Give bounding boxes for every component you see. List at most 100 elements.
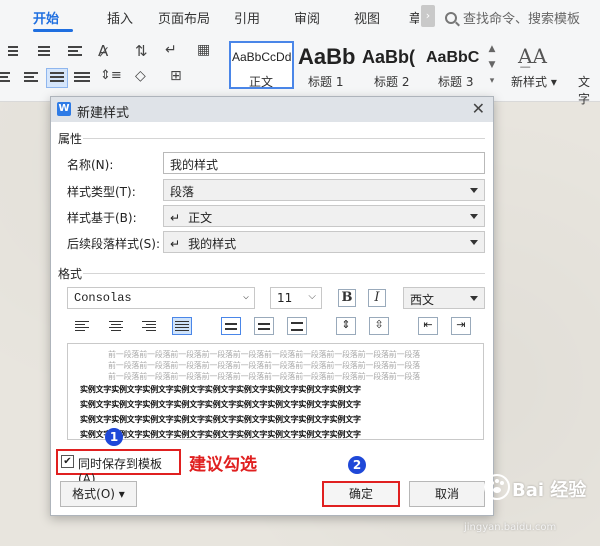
preview-prev-line: 前一段落前一段落前一段落前一段落前一段落前一段落前一段落前一段落前一段落前一段落 [108, 372, 420, 381]
single-spacing-button[interactable] [221, 317, 241, 335]
decrease-indent-button[interactable]: ⇤ [418, 317, 438, 335]
bold-button[interactable]: B [338, 289, 356, 307]
new-style-label[interactable]: 新样式 ▾ [511, 73, 557, 90]
watermark-name: Bai 经验 [512, 480, 587, 501]
based-on-select[interactable]: ↵ 正文 [163, 205, 485, 227]
font-size-select[interactable]: 11 ⌵ [270, 287, 322, 309]
style-type-value: 段落 [170, 185, 195, 199]
style-sample-heading3[interactable]: AaBbC [426, 49, 486, 67]
next-style-value: 我的样式 [188, 237, 237, 251]
tab-view[interactable]: 视图 [354, 8, 380, 27]
wps-app-icon: W [57, 102, 71, 116]
dropdown-arrow-icon: ▾ [118, 487, 125, 501]
based-on-label: 样式基于(B): [67, 211, 137, 225]
dialog-titlebar[interactable]: W 新建样式 ✕ [51, 97, 493, 122]
decrease-indent-icon[interactable] [68, 46, 84, 60]
align-right-icon[interactable] [24, 72, 40, 86]
name-input[interactable]: 我的样式 [163, 152, 485, 174]
annotation-note: 建议勾选 [189, 455, 257, 475]
align-right-button[interactable] [139, 317, 159, 335]
format-heading: 格式 [58, 267, 83, 281]
preview-sample-line: 实例文字实例文字实例文字实例文字实例文字实例文字实例文字实例文字实例文字 [80, 385, 361, 394]
line-spacing-icon[interactable]: ⇕≡ [100, 68, 122, 83]
dropdown-arrow-icon [470, 240, 478, 245]
one-half-spacing-button[interactable] [254, 317, 274, 335]
command-search[interactable]: 查找命令、搜索模板 [445, 8, 580, 27]
new-style-icon[interactable]: A̲A [518, 44, 547, 68]
style-sample-heading1[interactable]: AaBb [298, 44, 362, 70]
style-preview: 前一段落前一段落前一段落前一段落前一段落前一段落前一段落前一段落前一段落前一段落… [67, 343, 484, 440]
annotation-badge-2: 2 [348, 456, 366, 474]
align-left-icon[interactable] [0, 72, 16, 86]
justify-icon[interactable] [46, 68, 68, 88]
align-center-button[interactable] [106, 317, 126, 335]
font-size-value: 11 [277, 291, 293, 305]
name-label: 名称(N): [67, 158, 114, 172]
save-to-template-checkbox[interactable]: ✔ 同时保存到模板(A) [56, 449, 181, 486]
baidu-paw-icon [484, 474, 510, 500]
search-placeholder: 查找命令、搜索模板 [463, 12, 581, 27]
style-sample-heading2[interactable]: AaBb( [362, 47, 426, 68]
checkbox-checked-icon[interactable]: ✔ [61, 455, 74, 468]
dropdown-arrow-icon [470, 214, 478, 219]
tab-references[interactable]: 引用 [234, 8, 260, 27]
next-style-select[interactable]: ↵ 我的样式 [163, 231, 485, 253]
annotation-badge-1: 1 [105, 428, 123, 446]
properties-divider [83, 138, 485, 139]
new-style-dialog: W 新建样式 ✕ 属性 名称(N): 我的样式 样式类型(T): 段落 样式基于… [50, 96, 494, 516]
ribbon: 开始 插入 页面布局 引用 审阅 视图 章 › 查找命令、搜索模板 A̷ ⇅ ↵… [0, 0, 600, 106]
show-marks-icon[interactable]: ↵ [165, 42, 181, 58]
increase-para-spacing-button[interactable]: ⇕ [336, 317, 356, 335]
script-value: 西文 [410, 293, 435, 307]
style-label-heading2: 标题 2 [374, 75, 410, 89]
style-sample-normal: AaBbCcDd [232, 50, 292, 64]
style-gallery-scroll[interactable]: ▲ ▼ ▾ [487, 41, 497, 89]
dropdown-arrow-icon [470, 296, 478, 301]
cancel-button[interactable]: 取消 [409, 481, 485, 507]
tab-review[interactable]: 审阅 [294, 8, 320, 27]
ok-button[interactable]: 确定 [322, 481, 400, 507]
font-select[interactable]: Consolas ⌵ [67, 287, 255, 309]
chevron-down-icon: ⌵ [242, 292, 249, 303]
style-label-normal: 正文 [249, 75, 274, 89]
tab-chapter[interactable]: 章 [409, 8, 419, 27]
ribbon-tabs: 开始 插入 页面布局 引用 审阅 视图 章 › 查找命令、搜索模板 [0, 0, 600, 34]
decrease-para-spacing-button[interactable]: ⇳ [369, 317, 389, 335]
justify-button[interactable] [172, 317, 192, 335]
tab-page-layout[interactable]: 页面布局 [158, 8, 210, 27]
char-spacing-icon[interactable]: A̷ [98, 42, 114, 60]
distributed-icon[interactable] [74, 72, 90, 86]
script-select[interactable]: 西文 [403, 287, 485, 309]
dialog-title: 新建样式 [77, 106, 130, 121]
style-label-heading3: 标题 3 [438, 75, 474, 89]
dropdown-arrow-icon [470, 188, 478, 193]
preview-prev-line: 前一段落前一段落前一段落前一段落前一段落前一段落前一段落前一段落前一段落前一段落 [108, 361, 420, 370]
preview-sample-line: 实例文字实例文字实例文字实例文字实例文字实例文字实例文字实例文字实例文字 [80, 415, 361, 424]
align-left-button[interactable] [73, 317, 93, 335]
numbered-list-icon[interactable] [38, 46, 54, 60]
next-style-label: 后续段落样式(S): [67, 237, 161, 251]
preview-prev-line: 前一段落前一段落前一段落前一段落前一段落前一段落前一段落前一段落前一段落前一段落 [108, 350, 420, 359]
shading-icon[interactable]: ◇ [135, 68, 151, 84]
paragraph-mark-icon: ↵ [170, 237, 181, 251]
double-spacing-button[interactable] [287, 317, 307, 335]
preview-sample-line: 实例文字实例文字实例文字实例文字实例文字实例文字实例文字实例文字实例文字 [80, 400, 361, 409]
borders-icon[interactable]: ⊞ [170, 68, 186, 84]
table-grid-icon[interactable]: ▦ [197, 42, 213, 58]
close-icon[interactable]: ✕ [472, 99, 485, 118]
format-menu-button[interactable]: 格式(O) ▾ [60, 481, 137, 507]
based-on-value: 正文 [188, 211, 213, 225]
text-tools-label[interactable]: 文字 [578, 73, 600, 107]
tab-insert[interactable]: 插入 [107, 8, 133, 27]
style-type-select[interactable]: 段落 [163, 179, 485, 201]
increase-indent-button[interactable]: ⇥ [451, 317, 471, 335]
bullet-list-icon[interactable] [8, 46, 24, 60]
sort-icon[interactable]: ⇅ [135, 42, 151, 60]
italic-button[interactable]: I [368, 289, 386, 307]
properties-heading: 属性 [58, 132, 83, 146]
search-icon [445, 12, 457, 24]
font-value: Consolas [74, 291, 132, 305]
format-divider [83, 273, 485, 274]
tab-home[interactable]: 开始 [33, 8, 59, 27]
tab-scroll-right-button[interactable]: › [421, 5, 435, 27]
